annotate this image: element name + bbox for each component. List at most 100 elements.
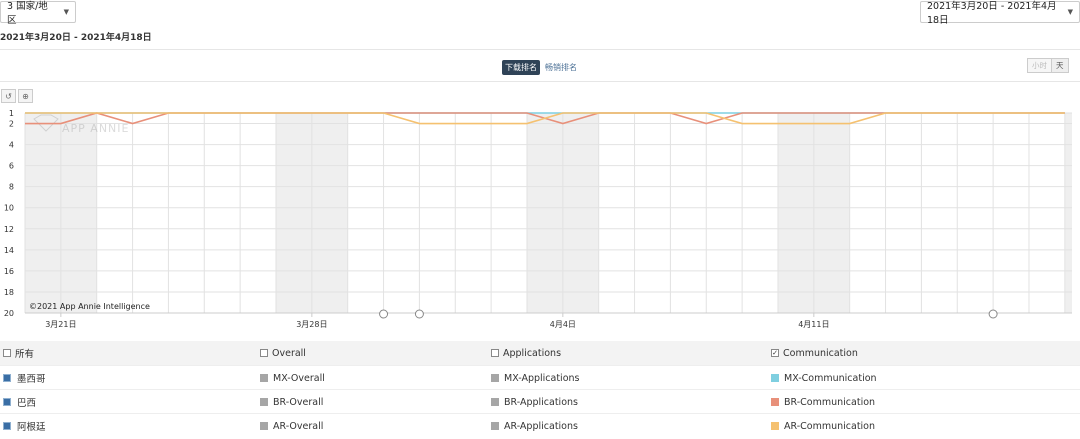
legend-applications-series[interactable]: BR-Applications xyxy=(491,390,578,414)
chevron-down-icon: ▼ xyxy=(63,8,69,16)
x-tick-label: 3月21日 xyxy=(45,320,76,329)
legend-applications-label: Applications xyxy=(503,347,562,359)
legend-communication[interactable]: ✓ Communication xyxy=(771,341,858,365)
legend-communication-series[interactable]: AR-Communication xyxy=(771,414,875,438)
weekend-band xyxy=(311,113,348,313)
legend-overall-series-label: AR-Overall xyxy=(273,420,324,432)
chevron-down-icon: ▼ xyxy=(1067,8,1073,16)
date-range-selector[interactable]: 2021年3月20日 - 2021年4月18日 ▼ xyxy=(920,1,1080,26)
series-swatch xyxy=(491,422,499,430)
all-checkbox[interactable] xyxy=(3,349,11,357)
annotation-circle xyxy=(379,309,389,319)
legend-row: 巴西 BR-Overall BR-Applications BR-Communicat… xyxy=(0,389,1080,414)
legend-overall-series[interactable]: AR-Overall xyxy=(260,414,323,438)
weekend-band xyxy=(60,113,97,313)
y-tick-label: 16 xyxy=(4,267,14,276)
weekend-band xyxy=(526,113,563,313)
revenue-rank-button[interactable]: 畅销排名 xyxy=(542,60,580,75)
reset-zoom-icon[interactable]: ↺ xyxy=(1,89,16,103)
legend-overall-series[interactable]: MX-Overall xyxy=(260,366,325,390)
legend-overall-series-label: BR-Overall xyxy=(273,396,324,408)
day-button[interactable]: 天 xyxy=(1051,59,1068,72)
series-swatch xyxy=(771,422,779,430)
legend-country[interactable]: 阿根廷 xyxy=(3,414,46,438)
weekend-band xyxy=(25,113,61,313)
y-tick-label: 18 xyxy=(4,288,14,297)
legend-country-label: 阿根廷 xyxy=(17,422,46,433)
series-swatch xyxy=(260,374,268,382)
legend-communication-series-label: BR-Communication xyxy=(784,396,876,408)
legend-all-label: 所有 xyxy=(15,349,35,360)
communication-checkbox[interactable]: ✓ xyxy=(771,349,779,357)
y-tick-label: 20 xyxy=(4,309,14,318)
weekend-band xyxy=(562,113,599,313)
date-range-text: 2021年3月20日 - 2021年4月18日 xyxy=(0,33,152,43)
legend-applications[interactable]: Applications xyxy=(491,341,561,365)
legend-row: 墨西哥 MX-Overall MX-Applications MX-Communica… xyxy=(0,365,1080,390)
weekend-band xyxy=(777,113,814,313)
y-tick-label: 12 xyxy=(4,225,14,234)
y-tick-label: 4 xyxy=(9,141,14,150)
legend-communication-series[interactable]: BR-Communication xyxy=(771,390,875,414)
legend-communication-label: Communication xyxy=(783,347,858,359)
legend-communication-series-label: MX-Communication xyxy=(784,372,877,384)
legend-overall[interactable]: Overall xyxy=(260,341,306,365)
legend-applications-series[interactable]: MX-Applications xyxy=(491,366,579,390)
legend-applications-series[interactable]: AR-Applications xyxy=(491,414,578,438)
legend-applications-series-label: BR-Applications xyxy=(504,396,578,408)
copyright-text: ©2021 App Annie Intelligence xyxy=(29,302,150,311)
weekend-band xyxy=(275,113,312,313)
country-selector[interactable]: 3 国家/地区 ▼ xyxy=(0,1,76,26)
series-swatch xyxy=(260,422,268,430)
legend-overall-series[interactable]: BR-Overall xyxy=(260,390,323,414)
date-range-selector-label: 2021年3月20日 - 2021年4月18日 xyxy=(927,1,1057,26)
series-swatch xyxy=(491,374,499,382)
legend-communication-series-label: AR-Communication xyxy=(784,420,876,432)
legend-all[interactable]: 所有 xyxy=(3,341,34,365)
watermark-text: APP ANNIE xyxy=(62,122,129,135)
series-swatch xyxy=(771,398,779,406)
annotation-circle xyxy=(988,309,998,319)
annotation-marker-icon[interactable] xyxy=(379,309,389,319)
y-tick-label: 14 xyxy=(4,246,14,255)
legend-country[interactable]: 墨西哥 xyxy=(3,366,46,390)
metric-toggle: 下载排名 畅销排名 xyxy=(502,60,580,75)
legend-country-label: 墨西哥 xyxy=(17,374,46,385)
annotation-circle xyxy=(414,309,424,319)
x-tick-label: 4月4日 xyxy=(550,320,576,329)
series-swatch xyxy=(491,398,499,406)
applications-checkbox[interactable] xyxy=(491,349,499,357)
legend-applications-series-label: AR-Applications xyxy=(504,420,578,432)
annotation-marker-icon[interactable] xyxy=(988,309,998,319)
x-tick-label: 3月28日 xyxy=(296,320,327,329)
y-tick-label: 1 xyxy=(9,109,14,118)
y-tick-label: 2 xyxy=(9,120,14,129)
legend-overall-series-label: MX-Overall xyxy=(273,372,325,384)
y-tick-label: 6 xyxy=(9,162,14,171)
legend-overall-label: Overall xyxy=(272,347,306,359)
weekend-band xyxy=(1064,113,1072,313)
series-swatch xyxy=(260,398,268,406)
series-swatch xyxy=(3,422,11,430)
legend-country[interactable]: 巴西 xyxy=(3,390,36,414)
annotation-marker-icon[interactable] xyxy=(414,309,424,319)
series-swatch xyxy=(771,374,779,382)
legend-row: 阿根廷 AR-Overall AR-Applications AR-Communica… xyxy=(0,413,1080,438)
series-swatch xyxy=(3,398,11,406)
granularity-toggle: 小时 天 xyxy=(1027,58,1069,73)
legend-header: 所有 Overall Applications ✓ Communication xyxy=(0,341,1080,365)
country-selector-label: 3 国家/地区 xyxy=(7,1,48,26)
series-swatch xyxy=(3,374,11,382)
zoom-icon[interactable]: ⊕ xyxy=(18,89,33,103)
y-tick-label: 10 xyxy=(4,204,14,213)
legend-communication-series[interactable]: MX-Communication xyxy=(771,366,877,390)
legend-country-label: 巴西 xyxy=(17,398,37,409)
hour-button[interactable]: 小时 xyxy=(1028,59,1051,72)
download-rank-button[interactable]: 下载排名 xyxy=(502,60,540,75)
rank-chart: 12468101214161820APP ANNIE3月21日 3月28日 4月4日… xyxy=(4,109,1072,329)
chart-tools: ↺ ⊕ xyxy=(1,89,33,103)
weekend-band xyxy=(813,113,850,313)
y-tick-label: 8 xyxy=(9,183,14,192)
x-tick-label: 4月11日 xyxy=(798,320,829,329)
overall-checkbox[interactable] xyxy=(260,349,268,357)
